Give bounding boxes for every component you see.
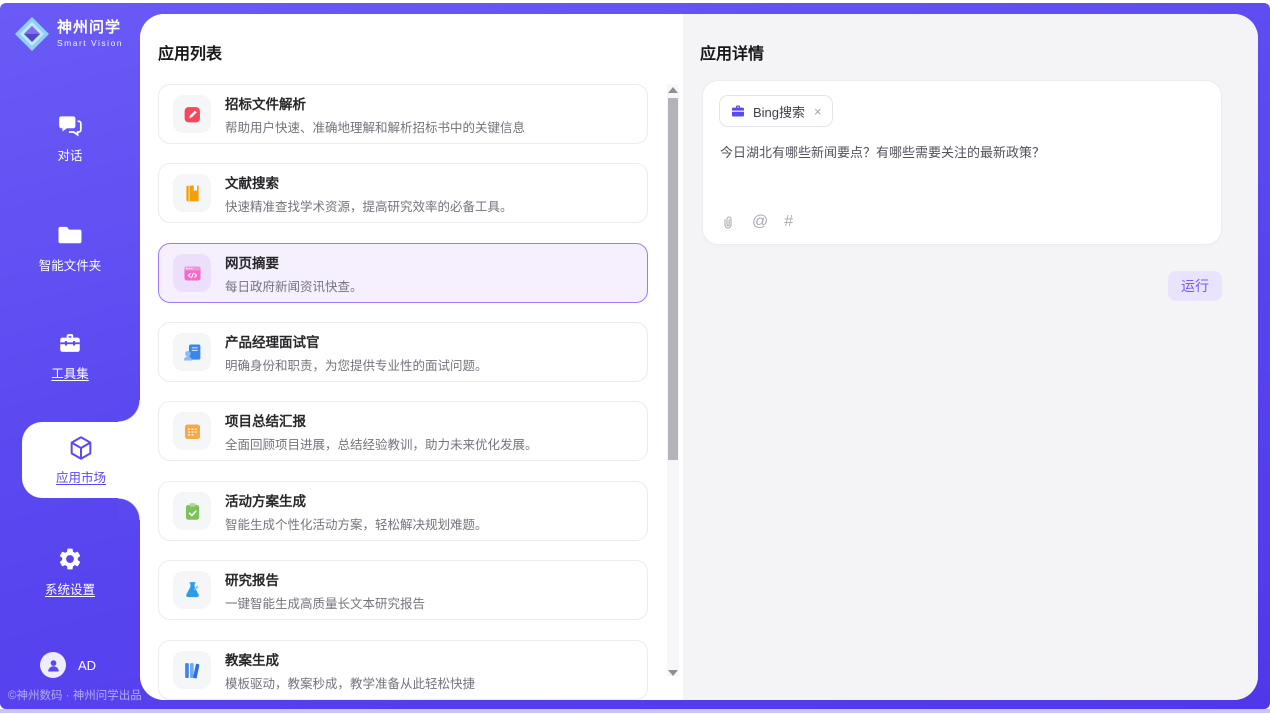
interviewer-icon [173, 333, 211, 371]
app-list-panel: 应用列表 招标文件解析 帮助用户快速、准确地理解和解析招标书中的关键信息 [140, 14, 683, 700]
app-card-description: 快速精准查找学术资源，提高研究效率的必备工具。 [225, 196, 513, 215]
cube-icon [67, 434, 95, 462]
app-card-title: 教案生成 [225, 649, 475, 669]
bing-search-chip[interactable]: Bing搜索 × [719, 95, 833, 127]
scrollbar-up-arrow[interactable] [668, 87, 678, 93]
sidebar-item-label: 对话 [57, 145, 82, 164]
prompt-toolbar: @ # [720, 213, 793, 231]
hash-icon[interactable]: # [784, 213, 793, 231]
bottom-strip [0, 709, 1270, 713]
app-card-lesson-plan[interactable]: 教案生成 模板驱动，教案秒成，教学准备从此轻松快捷 [158, 640, 648, 700]
app-card-description: 每日政府新闻资讯快查。 [225, 276, 363, 295]
scrollbar-down-arrow[interactable] [668, 670, 678, 676]
app-card-description: 帮助用户快速、准确地理解和解析招标书中的关键信息 [225, 117, 525, 136]
app-card-title: 文献搜索 [225, 172, 513, 192]
app-detail-title: 应用详情 [700, 40, 764, 64]
sidebar: 神州问学 Smart Vision 对话 智能文件夹 工具集 应用市场 [0, 3, 140, 709]
prompt-input[interactable]: 今日湖北有哪些新闻要点？有哪些需要关注的最新政策？ [720, 143, 1204, 163]
diamond-logo-icon [14, 16, 50, 52]
user-avatar-icon [45, 657, 62, 674]
sidebar-item-app-market[interactable]: 应用市场 [22, 422, 140, 498]
user-name: AD [78, 658, 96, 673]
note-icon [173, 412, 211, 450]
edit-document-icon [173, 95, 211, 133]
sidebar-item-label: 智能文件夹 [39, 255, 102, 274]
app-card-web-summary-selected[interactable]: 网页摘要 每日政府新闻资讯快查。 [158, 243, 648, 303]
sidebar-item-toolset[interactable]: 工具集 [0, 330, 140, 382]
app-card-title: 研究报告 [225, 569, 425, 589]
scrollbar-thumb[interactable] [668, 98, 678, 460]
close-icon[interactable]: × [814, 105, 822, 118]
book-icon [173, 174, 211, 212]
app-card-event-plan[interactable]: 活动方案生成 智能生成个性化活动方案，轻松解决规划难题。 [158, 481, 648, 541]
app-logo: 神州问学 Smart Vision [14, 16, 123, 52]
run-button[interactable]: 运行 [1168, 271, 1222, 301]
chip-label: Bing搜索 [753, 102, 805, 121]
logo-title: 神州问学 [57, 20, 123, 37]
main-window: 应用列表 招标文件解析 帮助用户快速、准确地理解和解析招标书中的关键信息 [140, 14, 1258, 700]
avatar [40, 652, 66, 678]
sidebar-item-settings[interactable]: 系统设置 [0, 546, 140, 598]
app-list-title: 应用列表 [158, 40, 222, 64]
toolbox-icon [57, 330, 83, 356]
chat-icon [57, 112, 83, 138]
app-card-description: 智能生成个性化活动方案，轻松解决规划难题。 [225, 514, 488, 533]
sidebar-item-label: 工具集 [51, 363, 89, 382]
at-sign-icon[interactable]: @ [752, 213, 768, 231]
sidebar-item-label: 系统设置 [45, 579, 95, 598]
user-account[interactable]: AD [40, 652, 96, 678]
books-icon [173, 651, 211, 689]
sidebar-item-chat[interactable]: 对话 [0, 112, 140, 164]
app-card-title: 产品经理面试官 [225, 331, 488, 351]
sidebar-item-label: 应用市场 [56, 467, 106, 486]
app-card-title: 网页摘要 [225, 252, 363, 272]
copyright-footer: ©神州数码 · 神州问学出品 [8, 687, 142, 703]
app-card-project-summary[interactable]: 项目总结汇报 全面回顾项目进展，总结经验教训，助力未来优化发展。 [158, 401, 648, 461]
logo-subtitle: Smart Vision [57, 39, 123, 48]
app-card-title: 招标文件解析 [225, 93, 525, 113]
app-detail-panel: 应用详情 Bing搜索 × 今日湖北有哪些新闻要点？有哪些需要关注的最新政策？ … [683, 14, 1258, 700]
app-card-description: 一键智能生成高质量长文本研究报告 [225, 593, 425, 612]
app-card-description: 全面回顾项目进展，总结经验教训，助力未来优化发展。 [225, 434, 538, 453]
app-card-research-report[interactable]: 研究报告 一键智能生成高质量长文本研究报告 [158, 560, 648, 620]
app-card-pm-interviewer[interactable]: 产品经理面试官 明确身份和职责，为您提供专业性的面试问题。 [158, 322, 648, 382]
web-code-icon [173, 254, 211, 292]
folder-icon [57, 222, 83, 248]
app-card-title: 活动方案生成 [225, 490, 488, 510]
briefcase-icon [730, 103, 746, 119]
app-card-literature-search[interactable]: 文献搜索 快速精准查找学术资源，提高研究效率的必备工具。 [158, 163, 648, 223]
sidebar-item-smart-folder[interactable]: 智能文件夹 [0, 222, 140, 274]
app-card-title: 项目总结汇报 [225, 410, 538, 430]
prompt-card: Bing搜索 × 今日湖北有哪些新闻要点？有哪些需要关注的最新政策？ @ # [702, 80, 1222, 245]
app-card-description: 模板驱动，教案秒成，教学准备从此轻松快捷 [225, 673, 475, 692]
research-flask-icon [173, 571, 211, 609]
gear-icon [57, 546, 83, 572]
app-card-description: 明确身份和职责，为您提供专业性的面试问题。 [225, 355, 488, 374]
paperclip-icon[interactable] [720, 214, 736, 230]
clipboard-check-icon [173, 492, 211, 530]
app-card-bid-analysis[interactable]: 招标文件解析 帮助用户快速、准确地理解和解析招标书中的关键信息 [158, 84, 648, 144]
